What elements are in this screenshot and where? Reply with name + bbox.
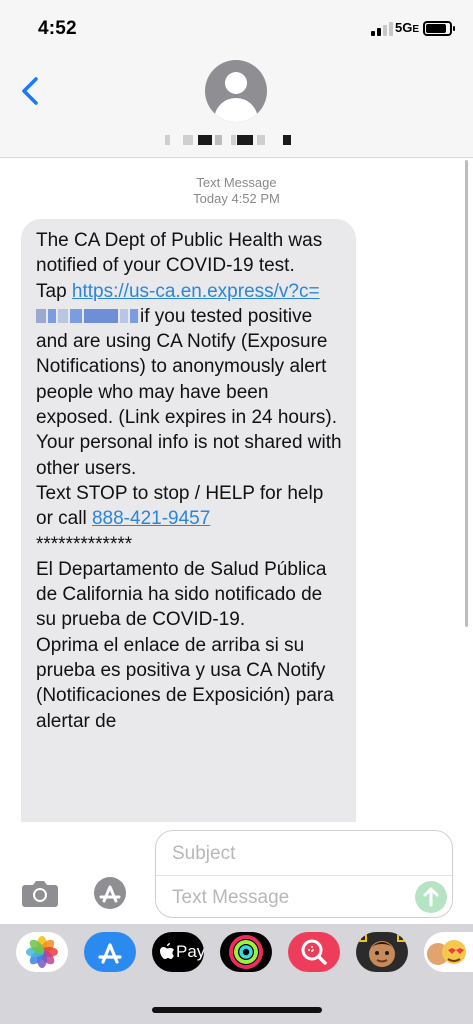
apple-pay-label: Pay: [176, 942, 204, 961]
message-type-label: Text Message: [196, 175, 277, 190]
animoji-stickers-app-icon[interactable]: [424, 932, 473, 972]
message-timestamp: Today 4:52 PM: [193, 191, 280, 206]
send-arrow-up-icon: [423, 887, 439, 907]
status-time: 4:52: [38, 18, 77, 39]
app-store-button[interactable]: [88, 876, 134, 910]
conversation-header: [0, 56, 473, 158]
contact-name-redacted[interactable]: [165, 132, 310, 148]
imessage-app-tray: Pay: [0, 924, 473, 1024]
app-store-app-icon[interactable]: [84, 932, 136, 972]
message-thread[interactable]: Text Message Today 4:52 PM The CA Dept o…: [0, 159, 473, 822]
back-button[interactable]: [18, 74, 48, 108]
apple-pay-app-icon[interactable]: Pay: [152, 932, 204, 972]
scrollbar[interactable]: [465, 160, 468, 627]
incoming-message-bubble[interactable]: The CA Dept of Public Health was notifie…: [21, 219, 356, 822]
message-paragraph: Text STOP to stop / HELP for help or cal…: [36, 482, 329, 530]
app-store-icon: [94, 877, 126, 909]
battery-level: [426, 24, 446, 33]
message-paragraph: Tap https://us-ca.en.express/v?c=if you …: [36, 280, 337, 429]
camera-button[interactable]: [20, 876, 60, 910]
subject-input[interactable]: Subject: [172, 843, 235, 865]
chevron-left-icon: [22, 77, 38, 105]
battery-icon: [423, 21, 455, 36]
network-type: 5GE: [395, 20, 420, 35]
send-button[interactable]: [415, 881, 447, 913]
activity-app-icon[interactable]: [220, 932, 272, 972]
home-indicator[interactable]: [152, 1007, 322, 1013]
redacted-link-code: [36, 305, 140, 323]
message-paragraph: Your personal info is not shared with ot…: [36, 432, 347, 479]
message-separator: *************: [36, 533, 133, 555]
message-meta: Text Message Today 4:52 PM: [0, 175, 473, 207]
photos-app-icon[interactable]: [16, 932, 68, 972]
message-input-field[interactable]: Subject Text Message: [155, 830, 453, 918]
camera-icon: [22, 881, 58, 907]
message-paragraph-spanish: El Departamento de Salud Pública de Cali…: [36, 558, 332, 631]
phone-link[interactable]: 888-421-9457: [92, 508, 210, 529]
person-silhouette-icon: [225, 72, 247, 94]
images-search-app-icon[interactable]: [288, 932, 340, 972]
message-paragraph-spanish: Oprima el enlace de arriba si su prueba …: [36, 634, 340, 732]
status-bar: 4:52 5GE: [0, 0, 473, 56]
contact-avatar[interactable]: [205, 60, 267, 122]
cellular-signal-icon: [371, 22, 393, 36]
memoji-app-icon[interactable]: [356, 932, 408, 972]
message-composer: Subject Text Message: [0, 822, 473, 924]
message-paragraph: The CA Dept of Public Health was notifie…: [36, 230, 328, 277]
text-message-input[interactable]: Text Message: [172, 887, 289, 909]
